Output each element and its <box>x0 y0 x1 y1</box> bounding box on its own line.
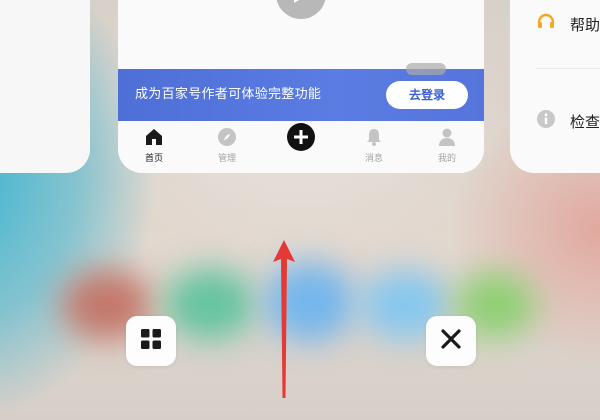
banner-text: 成为百家号作者可体验完整功能 <box>135 87 322 102</box>
tab-label: 首页 <box>144 154 163 164</box>
login-button[interactable]: 去登录 <box>386 81 468 109</box>
tab-mine[interactable]: 我的 <box>417 126 477 164</box>
tab-label: 我的 <box>437 154 456 164</box>
help-item[interactable]: 帮助 <box>536 12 600 36</box>
recent-app-card-settings[interactable]: 帮助 检查 <box>510 0 600 173</box>
multi-window-button[interactable] <box>126 316 176 366</box>
play-icon[interactable] <box>276 0 326 19</box>
check-label: 检查 <box>570 112 600 131</box>
headset-icon <box>536 12 556 36</box>
drag-handle[interactable] <box>406 63 446 75</box>
tab-label: 消息 <box>364 154 383 164</box>
grid-icon <box>140 328 162 354</box>
recent-app-card-left[interactable] <box>0 0 90 173</box>
login-promo-banner: 成为百家号作者可体验完整功能 去登录 <box>118 63 484 121</box>
close-icon <box>441 329 461 353</box>
info-icon <box>536 109 556 133</box>
person-icon <box>417 126 477 148</box>
close-all-button[interactable] <box>426 316 476 366</box>
add-icon <box>271 122 331 152</box>
divider <box>536 68 600 69</box>
tab-messages[interactable]: 消息 <box>344 126 404 164</box>
compass-icon <box>197 126 257 148</box>
home-icon <box>124 126 184 148</box>
bottom-tab-bar: 首页 管理 消息 我的 <box>118 121 484 173</box>
swipe-up-arrow-icon <box>270 238 298 404</box>
tab-add[interactable] <box>271 123 331 155</box>
tab-home[interactable]: 首页 <box>124 126 184 164</box>
recent-app-card-baijiahao[interactable]: 成为百家号作者可体验完整功能 去登录 首页 管理 消息 我的 <box>118 0 484 173</box>
bell-icon <box>344 126 404 148</box>
tab-label: 管理 <box>217 154 236 164</box>
blurred-app-icon <box>165 268 255 340</box>
tab-manage[interactable]: 管理 <box>197 126 257 164</box>
check-item[interactable]: 检查 <box>536 109 600 133</box>
help-label: 帮助 <box>570 15 600 34</box>
